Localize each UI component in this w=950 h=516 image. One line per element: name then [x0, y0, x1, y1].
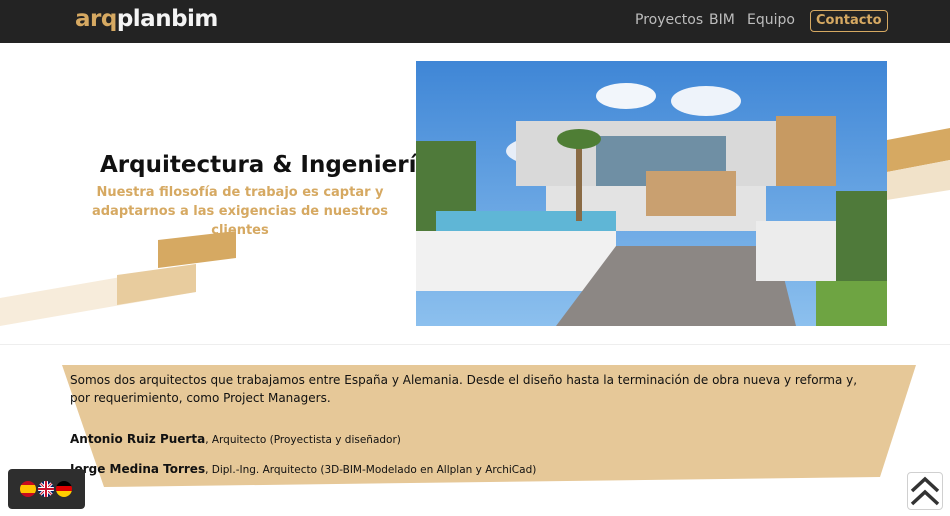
team-member-2: Jorge Medina Torres, Dipl.-Ing. Arquitec…: [70, 462, 536, 476]
team-member-role: , Arquitecto (Proyectista y diseñador): [205, 434, 401, 446]
germany-flag-icon[interactable]: [56, 481, 72, 497]
logo-part-planbim: planbim: [116, 6, 219, 32]
palm-trunk: [576, 141, 582, 221]
uk-flag-icon[interactable]: [38, 481, 54, 497]
cloud: [596, 83, 656, 109]
team-member-name: Antonio Ruiz Puerta: [70, 432, 206, 446]
cloud: [671, 86, 741, 116]
spain-flag-icon[interactable]: [20, 481, 36, 497]
villa-wood-block: [646, 171, 736, 216]
lawn: [816, 281, 887, 326]
double-chevron-up-icon: [910, 476, 940, 506]
wall-right: [756, 221, 836, 281]
hero-villa-image: [416, 61, 887, 326]
scroll-to-top-button[interactable]: [907, 472, 943, 510]
site-logo[interactable]: arqplanbim: [75, 6, 218, 32]
logo-part-arq: arq: [75, 6, 117, 32]
team-member-name: Jorge Medina Torres: [70, 462, 206, 476]
contact-button[interactable]: Contacto: [810, 10, 888, 32]
language-selector: [8, 469, 85, 509]
hero-title: Arquitectura & Ingeniería: [100, 152, 432, 178]
nav-item-proyectos[interactable]: Proyectos: [635, 12, 703, 28]
nav-item-equipo[interactable]: Equipo: [747, 12, 795, 28]
top-navigation-bar: arqplanbim Proyectos BIM Equipo Contacto: [0, 0, 950, 43]
team-member-1: Antonio Ruiz Puerta, Arquitecto (Proyect…: [70, 432, 401, 446]
palm-top: [557, 129, 601, 149]
about-description: Somos dos arquitectos que trabajamos ent…: [70, 373, 858, 405]
section-divider: [0, 344, 950, 345]
wall-left: [416, 231, 616, 291]
hero-subtitle: Nuestra filosofía de trabajo es captar y…: [91, 185, 389, 238]
villa-wood-panel: [776, 116, 836, 186]
team-member-role: , Dipl.-Ing. Arquitecto (3D-BIM-Modelado…: [205, 464, 537, 476]
nav-item-bim[interactable]: BIM: [709, 12, 735, 28]
